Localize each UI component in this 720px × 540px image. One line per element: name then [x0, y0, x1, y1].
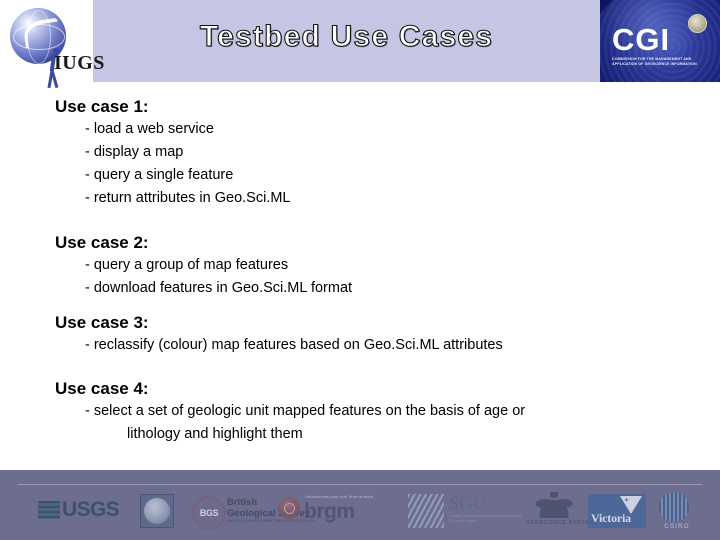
cgi-subtitle: Commission for the Management and Applic…	[612, 57, 697, 66]
seal-logo	[140, 494, 174, 528]
iugs-wordmark: IUGS	[54, 52, 105, 74]
usgs-logo: USGS	[38, 498, 133, 524]
sgu-texture-icon	[408, 494, 444, 528]
swoosh-icon	[22, 17, 61, 49]
victoria-stars-icon: ✦	[624, 498, 631, 504]
iugs-logo: IUGS	[2, 2, 104, 94]
use-case-item: - select a set of geologic unit mapped f…	[85, 403, 526, 419]
use-case-item-continuation-text: lithology and highlight them	[127, 426, 303, 442]
use-case-item: - display a map	[85, 144, 184, 160]
use-case-3: Use case 3: - reclassify (colour) map fe…	[55, 312, 503, 357]
use-case-heading: Use case 1:	[55, 97, 149, 116]
cgi-wordmark: CGI	[612, 22, 671, 57]
use-case-item: - query a single feature	[85, 167, 234, 183]
slide-header: IUGS Testbed Use Cases CGI Commission fo…	[0, 0, 720, 90]
use-case-2: Use case 2: - query a group of map featu…	[55, 232, 352, 300]
use-case-1: Use case 1: - load a web service - displ…	[55, 96, 291, 210]
bgs-line-1: British	[227, 497, 258, 508]
brgm-tagline: Geosciences pour une Terre durable	[305, 495, 374, 499]
slide-body: Use case 1: - load a web service - displ…	[0, 90, 720, 470]
use-case-item: - reclassify (colour) map features based…	[85, 337, 503, 353]
brgm-logo: Geosciences pour une Terre durable brgm	[278, 494, 383, 528]
use-case-item: - download features in Geo.Sci.ML format	[85, 280, 353, 296]
use-case-item: - query a group of map features	[85, 257, 289, 273]
csiro-wordmark: CSIRO	[664, 523, 690, 530]
victoria-logo: ✦ Victoria	[588, 494, 646, 528]
seal-globe-icon	[144, 498, 170, 524]
bgs-roundel-icon: BGS	[192, 496, 226, 530]
use-case-item-continuation: lithology and highlight them	[127, 423, 525, 446]
usgs-mark-icon	[38, 501, 60, 519]
use-case-heading: Use case 2:	[55, 233, 149, 252]
seal-icon	[688, 14, 707, 33]
slide-footer: USGS BGS British Geological Survey Natur…	[0, 470, 720, 540]
footer-divider	[18, 484, 702, 485]
brgm-dot-icon	[278, 497, 300, 519]
use-case-item: - return attributes in Geo.Sci.ML	[85, 190, 291, 206]
csiro-logo: CSIRO	[652, 492, 702, 530]
victoria-wordmark: Victoria	[591, 511, 631, 525]
use-case-item: - load a web service	[85, 121, 214, 137]
use-case-4: Use case 4: - select a set of geologic u…	[55, 378, 525, 446]
page-title: Testbed Use Cases	[199, 19, 494, 53]
use-case-heading: Use case 3:	[55, 313, 149, 332]
australian-coat-of-arms-icon	[532, 492, 576, 518]
bgs-mark-text: BGS	[199, 508, 219, 518]
csiro-roundel-icon	[659, 492, 689, 522]
sgu-wordmark: SGU	[449, 493, 487, 513]
brgm-wordmark: brgm	[304, 500, 355, 523]
use-case-heading: Use case 4:	[55, 379, 149, 398]
cgi-logo: CGI Commission for the Management and Ap…	[600, 0, 720, 82]
usgs-wordmark: USGS	[62, 498, 120, 521]
